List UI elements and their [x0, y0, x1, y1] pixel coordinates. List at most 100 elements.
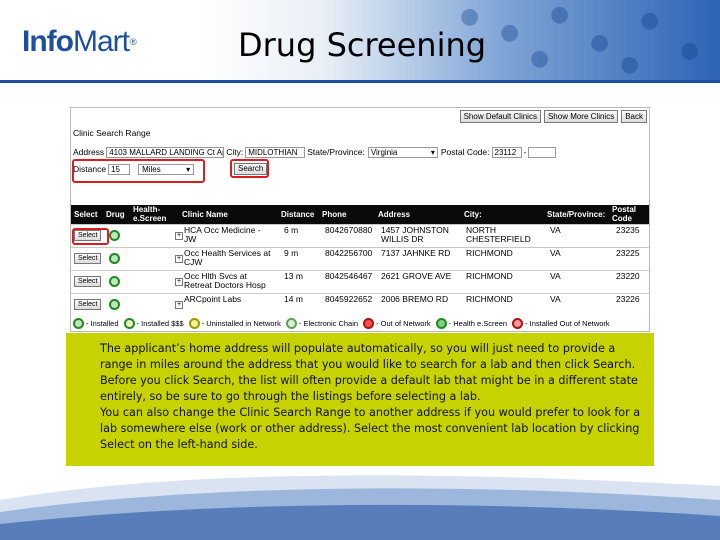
phone-value: 8042670880	[325, 225, 373, 235]
clinic-search-screenshot: Show Default Clinics Show More Clinics B…	[70, 107, 650, 332]
results-table-header: Select Drug Health- e.Screen Clinic Name…	[71, 205, 649, 224]
city-input[interactable]: MIDLOTHIAN	[245, 146, 306, 158]
clinic-name: ARCpoint Labs	[184, 294, 242, 304]
slide-title: Drug Screening	[238, 26, 487, 64]
address-input[interactable]: 4103 MALLARD LANDING Ct Ap	[106, 146, 225, 158]
state-value: VA	[550, 248, 561, 258]
select-highlight-box	[72, 228, 109, 245]
distance-highlight-box	[72, 159, 205, 183]
legend-label: - Installed Out of Network	[525, 318, 610, 328]
installed-icon	[109, 230, 120, 241]
legend-item: - Installed $$$	[123, 317, 184, 329]
col-health-b: e.Screen	[133, 214, 167, 223]
legend-item: - Health e.Screen	[435, 317, 507, 329]
show-default-clinics-button[interactable]: Show Default Clinics	[459, 110, 541, 123]
back-button[interactable]: Back	[621, 110, 647, 123]
city-value: RICHMOND	[466, 248, 513, 258]
infomart-logo: InfoMart ®	[22, 22, 137, 62]
col-postal-a: Postal	[612, 205, 637, 214]
search-highlight-box	[230, 159, 269, 178]
clinic-name-line2: Retreat Doctors Hosp	[184, 280, 266, 290]
instruction-note: The applicant’s home address will popula…	[66, 333, 654, 466]
footer-wave-decoration	[0, 475, 720, 540]
col-state: State/Province:	[547, 210, 606, 219]
state-select[interactable]: Virginia ▾	[367, 146, 438, 158]
postal-code-ext-input[interactable]	[528, 146, 557, 158]
logo-text-info: Info	[22, 25, 74, 58]
table-row: Select + Occ Hlth Svcs at Retreat Doctor…	[71, 270, 649, 293]
col-distance: Distance	[281, 210, 315, 219]
distance-value: 6 m	[284, 225, 299, 235]
col-drug: Drug	[106, 210, 125, 219]
address-row: Address 4103 MALLARD LANDING Ct Ap City:…	[73, 145, 558, 159]
address-value: 2006 BREMO RD	[381, 294, 449, 304]
clinic-search-range-label: Clinic Search Range	[73, 128, 151, 138]
address-value: 7137 JAHNKE RD	[381, 248, 451, 258]
table-row: Select + HCA Occ Medicine - JW 6 m 80426…	[71, 224, 649, 247]
note-paragraph-2: You can also change the Clinic Search Ra…	[100, 406, 641, 451]
state-select-value: Virginia	[370, 147, 398, 157]
legend-item: - Installed	[73, 317, 119, 329]
expand-icon[interactable]: +	[175, 255, 183, 263]
distance-value: 14 m	[284, 294, 303, 304]
select-button[interactable]: Select	[74, 276, 102, 287]
installed-icon	[109, 253, 120, 264]
legend-label: - Uninstalled in Network	[201, 318, 281, 328]
installed-dollar-icon	[123, 317, 135, 329]
phone-value: 8042256700	[325, 248, 373, 258]
select-button[interactable]: Select	[74, 253, 102, 264]
address-label: Address	[73, 147, 105, 157]
chevron-down-icon: ▾	[430, 147, 435, 157]
phone-value: 8042546467	[325, 271, 373, 281]
legend-item: - Out of Network	[363, 317, 431, 329]
col-phone: Phone	[322, 210, 347, 219]
installed-out-of-network-icon	[512, 317, 524, 329]
electronic-chain-icon	[285, 317, 297, 329]
postal-value: 23220	[616, 271, 640, 281]
expand-icon[interactable]: +	[175, 232, 183, 240]
table-row: Select + Occ Health Services at CJW 9 m …	[71, 247, 649, 270]
note-paragraph-1: The applicant’s home address will popula…	[100, 342, 638, 403]
city-value: RICHMOND	[466, 271, 513, 281]
legend-label: - Installed	[86, 318, 119, 328]
state-value: VA	[550, 225, 561, 235]
select-button[interactable]: Select	[74, 299, 102, 310]
postal-value: 23225	[616, 248, 640, 258]
city-value: RICHMOND	[466, 294, 513, 304]
top-button-bar: Show Default Clinics Show More Clinics B…	[459, 110, 647, 123]
legend-item: - Uninstalled in Network	[188, 317, 281, 329]
legend-item: - Installed Out of Network	[512, 317, 610, 329]
state-label: State/Province:	[307, 147, 365, 157]
uninstalled-network-icon	[188, 317, 200, 329]
out-of-network-icon	[363, 317, 375, 329]
installed-icon	[109, 299, 120, 310]
col-city: City:	[464, 210, 482, 219]
col-clinic-name: Clinic Name	[182, 210, 228, 219]
legend-label: - Electronic Chain	[298, 318, 359, 328]
legend-item: - Electronic Chain	[285, 317, 359, 329]
state-value: VA	[550, 271, 561, 281]
postal-code-input[interactable]: 23112	[491, 146, 522, 158]
show-more-clinics-button[interactable]: Show More Clinics	[543, 110, 619, 123]
distance-value: 13 m	[284, 271, 303, 281]
logo-text-mart: Mart	[72, 25, 130, 58]
header-divider	[0, 80, 720, 83]
clinic-name-line2: CJW	[184, 257, 203, 267]
col-select: Select	[74, 210, 98, 219]
expand-icon[interactable]: +	[175, 301, 183, 309]
city-value-line2: CHESTERFIELD	[466, 234, 531, 244]
postal-value: 23226	[616, 294, 640, 304]
city-label: City:	[226, 147, 244, 157]
legend-label: - Out of Network	[376, 318, 431, 328]
postal-dash: -	[523, 147, 527, 157]
installed-icon	[109, 276, 120, 287]
phone-value: 8045922652	[325, 294, 373, 304]
installed-icon	[73, 317, 84, 329]
distance-value: 9 m	[284, 248, 299, 258]
state-value: VA	[550, 294, 561, 304]
col-postal-b: Code	[612, 214, 632, 223]
expand-icon[interactable]: +	[175, 278, 183, 286]
address-value-line2: WILLIS DR	[381, 234, 424, 244]
col-address: Address	[378, 210, 411, 219]
table-row: Select + ARCpoint Labs 14 m 8045922652 2…	[71, 293, 649, 316]
